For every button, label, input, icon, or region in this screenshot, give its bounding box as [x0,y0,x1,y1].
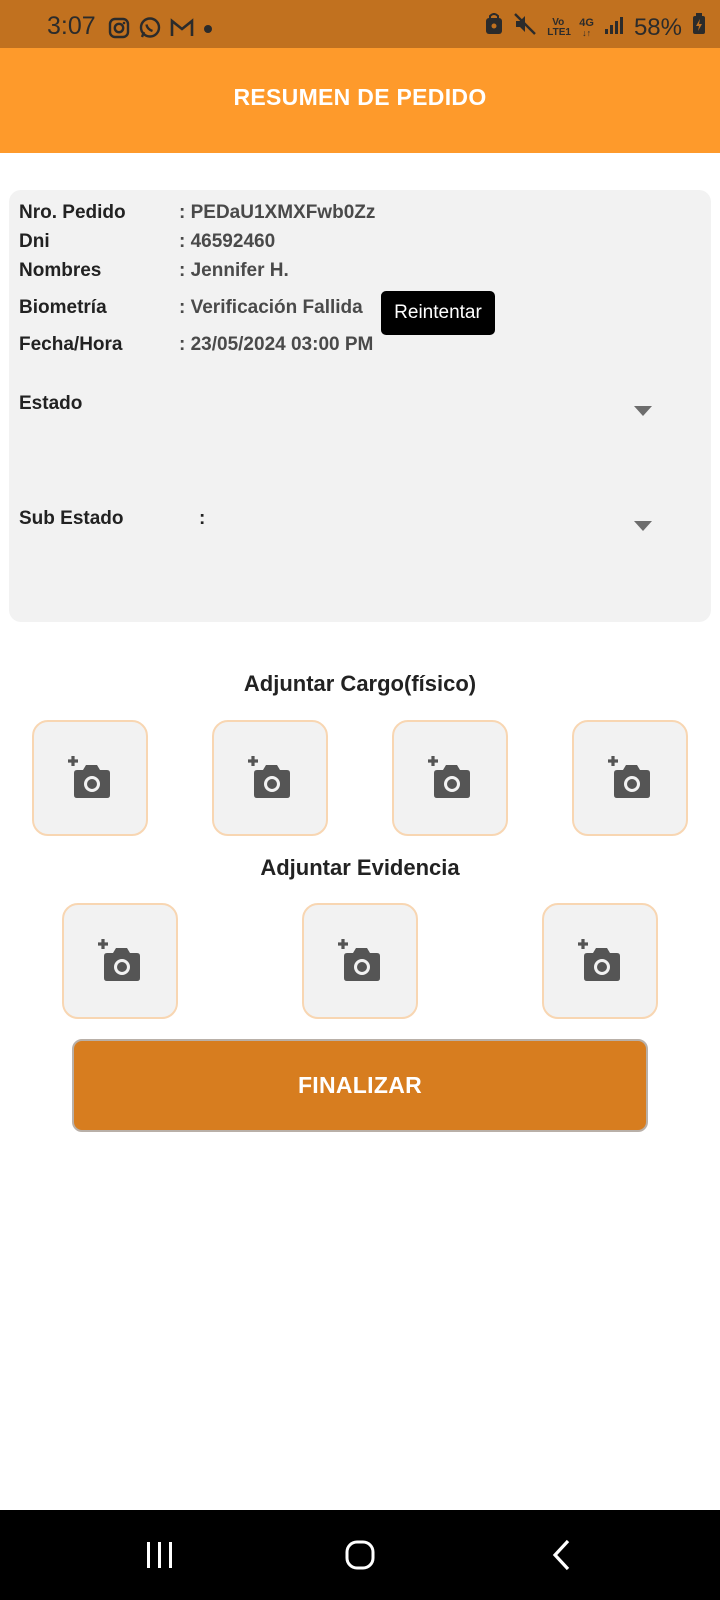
home-icon [345,1540,375,1570]
substatus-value: : [199,508,206,529]
retry-biometry-button[interactable]: Reintentar [381,291,495,335]
back-button[interactable] [502,1510,622,1600]
battery-percentage: 58% [633,13,682,41]
cargo-photo-slot-1[interactable] [32,720,148,836]
notification-icons [108,16,214,45]
recent-apps-icon [147,1542,172,1568]
cargo-photo-slot-3[interactable] [392,720,508,836]
chevron-down-icon [634,521,652,531]
evidence-photo-slot-1[interactable] [62,903,178,1019]
dot-icon [202,22,214,40]
status-bar: 3:07 Vo LTE1 4G ↓↑ 58% [0,0,720,48]
order-number-value: : PEDaU1XMXFwb0Zz [179,202,376,223]
status-label: Estado [19,393,83,414]
order-number-label: Nro. Pedido [19,202,126,223]
add-photo-icon [338,939,380,981]
evidence-photo-slot-2[interactable] [302,903,418,1019]
system-nav-bar [0,1510,720,1600]
data-arrows-icon: ↓↑ [582,27,592,38]
finalize-button[interactable]: FINALIZAR [72,1039,648,1132]
biometry-value: : Verificación Fallida [179,297,363,318]
biometry-label: Biometría [19,297,107,318]
battery-icon [692,13,706,42]
network-type-icon: 4G ↓↑ [579,16,594,38]
order-summary-card: Nro. Pedido : PEDaU1XMXFwb0Zz Dni : 4659… [9,190,711,622]
home-button[interactable] [300,1510,420,1600]
datetime-value: : 23/05/2024 03:00 PM [179,334,374,355]
recent-apps-button[interactable] [100,1510,220,1600]
app-header: RESUMEN DE PEDIDO [0,48,720,153]
instagram-icon [108,17,130,44]
cargo-section-title: Adjuntar Cargo(físico) [243,671,477,696]
cargo-photo-slot-4[interactable] [572,720,688,836]
back-icon [552,1539,570,1571]
volte-icon: Vo LTE1 [547,16,571,38]
chevron-down-icon [634,406,652,416]
substatus-dropdown[interactable]: Sub Estado : [9,500,711,550]
add-photo-icon [98,939,140,981]
names-value: : Jennifer H. [179,260,289,281]
datetime-label: Fecha/Hora [19,334,123,355]
status-dropdown[interactable]: Estado [9,385,711,435]
gmail-icon [170,18,194,43]
add-photo-icon [248,756,290,798]
dni-label: Dni [19,231,50,252]
add-photo-icon [68,756,110,798]
system-indicators: Vo LTE1 4G ↓↑ 58% [485,12,706,43]
signal-icon [604,14,624,42]
network-type-label: 4G [579,16,594,29]
evidence-section-title: Adjuntar Evidencia [260,855,460,880]
add-photo-icon [428,756,470,798]
evidence-photo-slot-3[interactable] [542,903,658,1019]
substatus-label: Sub Estado [19,508,124,529]
whatsapp-icon [138,16,162,45]
names-label: Nombres [19,260,102,281]
mute-icon [513,12,537,43]
dni-value: : 46592460 [179,231,276,252]
sim-lock-icon [485,13,503,42]
page-title: RESUMEN DE PEDIDO [233,84,487,110]
status-time: 3:07 [47,12,96,40]
cargo-photo-slot-2[interactable] [212,720,328,836]
add-photo-icon [608,756,650,798]
add-photo-icon [578,939,620,981]
